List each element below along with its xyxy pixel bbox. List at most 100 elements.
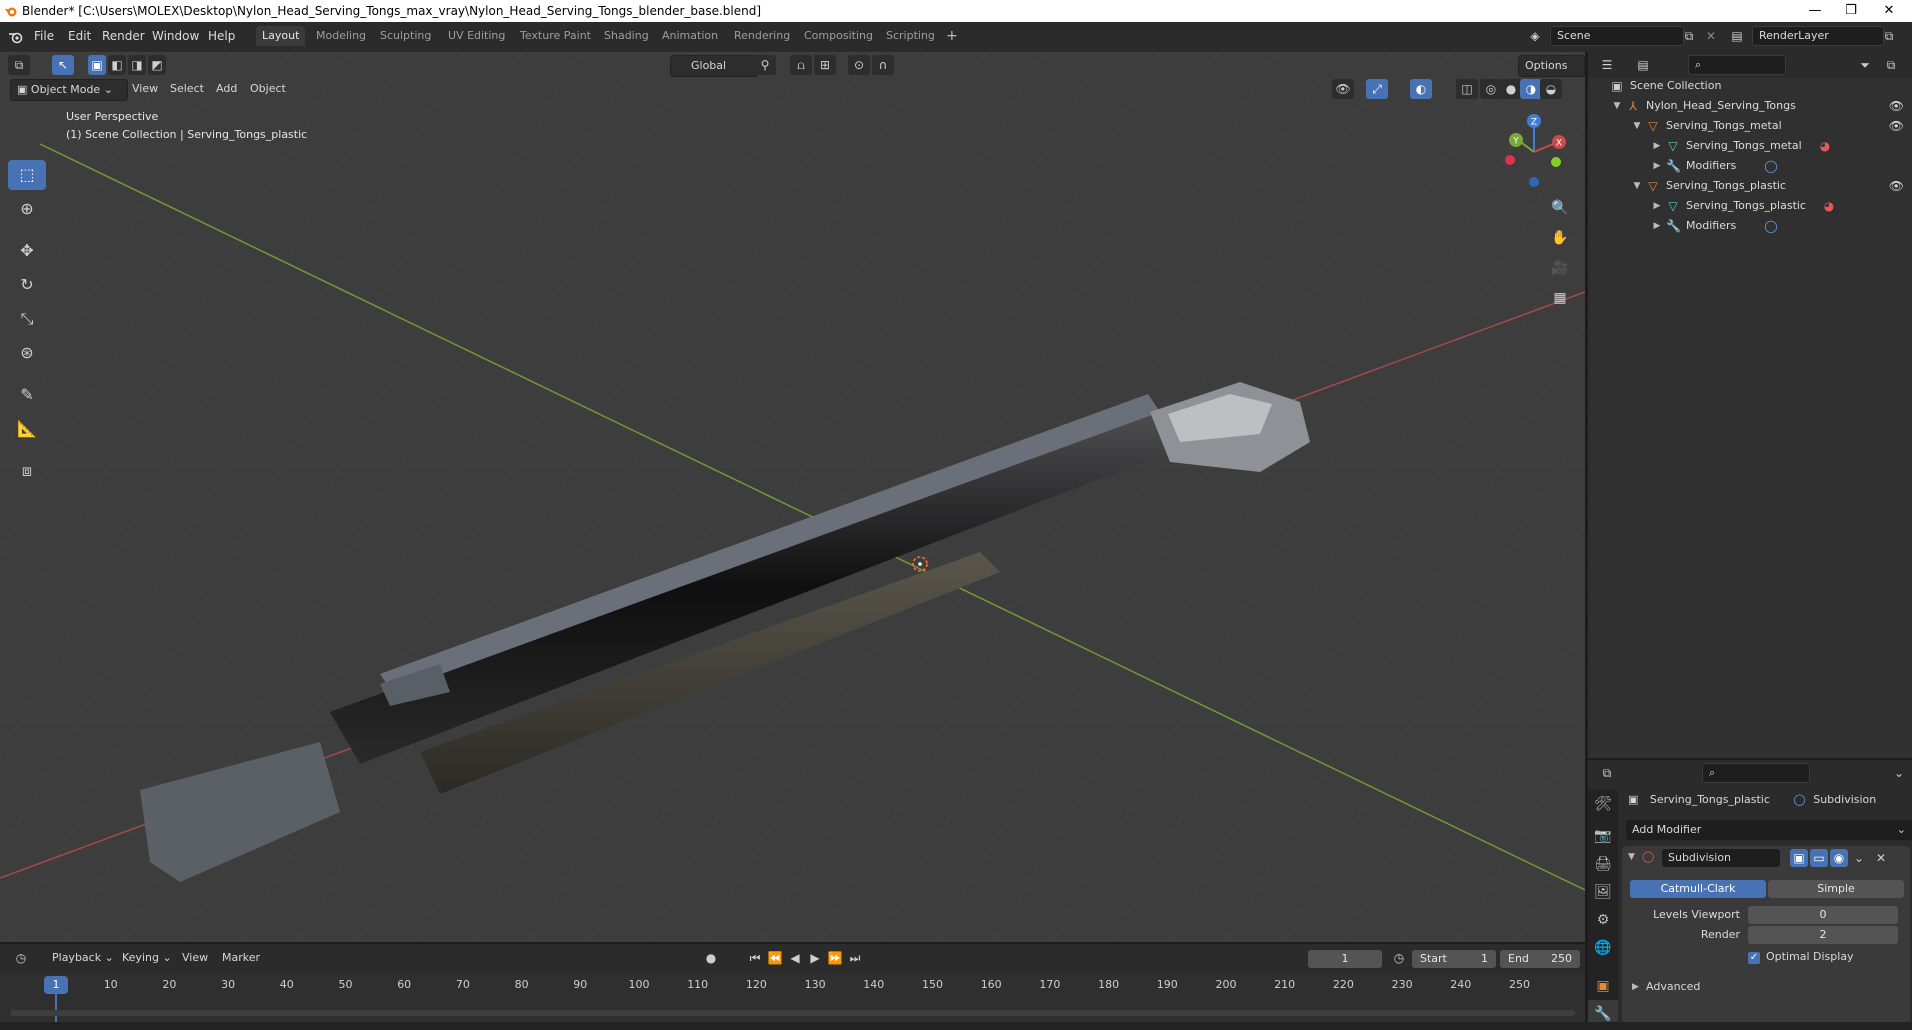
scale-tool-icon[interactable]: ⤡ xyxy=(8,304,46,334)
tab-rendering[interactable]: Rendering xyxy=(728,26,796,46)
annotate-tool-icon[interactable]: ✎ xyxy=(8,380,46,410)
outliner-row-tongs-metal[interactable]: ▼ ▽ Serving_Tongs_metal 👁 xyxy=(1588,116,1912,136)
keying-menu[interactable]: Keying ⌄ xyxy=(116,948,178,968)
new-scene-icon[interactable]: ⧉ xyxy=(1678,26,1700,46)
view-layer-tab-icon[interactable]: 🖼 xyxy=(1588,878,1618,906)
add-workspace-icon[interactable]: + xyxy=(940,26,964,46)
render-toggle-icon[interactable]: ◉ xyxy=(1830,849,1848,867)
ortho-grid-icon[interactable]: ▦ xyxy=(1548,286,1572,310)
shading-material-icon[interactable]: ◑ xyxy=(1520,79,1542,99)
marker-menu[interactable]: Marker xyxy=(216,948,266,968)
menu-window[interactable]: Window xyxy=(152,29,199,43)
tool-tab-icon[interactable]: 🛠 xyxy=(1588,790,1618,818)
falloff-icon[interactable]: ∩ xyxy=(872,55,894,75)
properties-editor-type-icon[interactable]: ⧉ xyxy=(1596,763,1618,783)
close-window-button[interactable]: ✕ xyxy=(1874,2,1904,20)
remove-modifier-icon[interactable]: ✕ xyxy=(1872,849,1890,867)
expand-triangle-icon[interactable]: ▼ xyxy=(1612,96,1622,116)
shading-rendered-icon[interactable]: ◒ xyxy=(1540,79,1562,99)
rotate-tool-icon[interactable]: ↻ xyxy=(8,270,46,300)
zoom-icon[interactable]: 🔍 xyxy=(1548,196,1572,220)
camera-view-icon[interactable]: 🎥 xyxy=(1548,256,1572,280)
transform-tool-icon[interactable]: ⊛ xyxy=(8,338,46,368)
measure-tool-icon[interactable]: 📐 xyxy=(8,414,46,444)
simple-tab[interactable]: Simple xyxy=(1768,880,1904,898)
tab-texture-paint[interactable]: Texture Paint xyxy=(514,26,597,46)
editor-type-icon[interactable]: ⧉ xyxy=(8,55,30,75)
modifier-options-icon[interactable]: ⌄ xyxy=(1850,849,1868,867)
advanced-section-label[interactable]: Advanced xyxy=(1646,980,1700,993)
jump-end-icon[interactable]: ⏭ xyxy=(844,948,866,968)
restore-button[interactable]: ❐ xyxy=(1836,2,1866,20)
menu-object[interactable]: Object xyxy=(244,79,292,99)
menu-edit[interactable]: Edit xyxy=(68,29,91,43)
tab-animation[interactable]: Animation xyxy=(656,26,724,46)
outliner-row-tongs-metal-mesh[interactable]: ▶ ▽ Serving_Tongs_metal ◕ xyxy=(1588,136,1912,156)
render-layer-field[interactable]: RenderLayer xyxy=(1752,26,1884,46)
shading-solid-icon[interactable]: ● xyxy=(1500,79,1522,99)
visibility-icon[interactable]: 👁 xyxy=(1332,79,1354,99)
output-tab-icon[interactable]: 🖨 xyxy=(1588,850,1618,878)
world-tab-icon[interactable]: 🌐 xyxy=(1588,934,1618,962)
visibility-eye-icon[interactable]: 👁 xyxy=(1889,116,1904,136)
menu-add[interactable]: Add xyxy=(210,79,243,99)
xray-toggle-icon[interactable]: ◫ xyxy=(1456,79,1478,99)
outliner-editor-type-icon[interactable]: ☰ xyxy=(1596,55,1618,75)
cursor-tool-icon[interactable]: ⊕ xyxy=(8,194,46,224)
add-cube-tool-icon[interactable]: ⧈ xyxy=(8,456,46,486)
snap-icon[interactable]: ⩍ xyxy=(790,55,812,75)
tab-layout[interactable]: Layout xyxy=(256,26,306,46)
render-levels-field[interactable]: 2 xyxy=(1748,926,1898,944)
scene-name-field[interactable]: Scene xyxy=(1550,26,1684,46)
menu-render[interactable]: Render xyxy=(102,29,145,43)
end-frame-field[interactable]: End 250 xyxy=(1500,950,1580,968)
levels-viewport-field[interactable]: 0 xyxy=(1748,906,1898,924)
select-mode-intersect-icon[interactable]: ◩ xyxy=(148,55,166,75)
minimize-button[interactable]: — xyxy=(1800,2,1830,20)
visibility-eye-icon[interactable]: 👁 xyxy=(1889,176,1904,196)
menu-view[interactable]: View xyxy=(126,79,164,99)
blender-menu-icon[interactable] xyxy=(8,30,24,44)
expand-triangle-icon[interactable]: ▶ xyxy=(1652,216,1662,236)
expand-triangle-icon[interactable]: ▶ xyxy=(1632,982,1639,992)
record-icon[interactable]: ● xyxy=(700,948,722,968)
play-icon[interactable]: ▶ xyxy=(804,948,826,968)
expand-triangle-icon[interactable]: ▶ xyxy=(1652,136,1662,156)
play-reverse-icon[interactable]: ◀ xyxy=(784,948,806,968)
tab-compositing[interactable]: Compositing xyxy=(798,26,879,46)
scene-selector-icon[interactable]: ◈ xyxy=(1524,26,1546,46)
outliner-row-metal-modifiers[interactable]: ▶ 🔧 Modifiers ◯ xyxy=(1588,156,1912,176)
options-dropdown[interactable]: Options ⌄ xyxy=(1518,55,1585,92)
scene-tab-icon[interactable]: ⚙ xyxy=(1588,906,1618,934)
outliner-search-input[interactable]: ⌕ xyxy=(1688,55,1786,75)
start-frame-field[interactable]: Start 1 xyxy=(1412,950,1496,968)
select-box-tool-icon[interactable]: ⬚ xyxy=(8,160,46,190)
render-tab-icon[interactable]: 📷 xyxy=(1588,822,1618,850)
menu-file[interactable]: File xyxy=(34,29,54,43)
view-layer-icon[interactable]: ▤ xyxy=(1726,26,1748,46)
timeline-view-menu[interactable]: View xyxy=(176,948,214,968)
transform-orientation-dropdown[interactable]: Global xyxy=(670,55,758,77)
display-mode-icon[interactable]: ▤ xyxy=(1632,55,1654,75)
preview-range-icon[interactable]: ◷ xyxy=(1388,948,1410,968)
edit-mode-toggle-icon[interactable]: ▣ xyxy=(1790,849,1808,867)
shading-wireframe-icon[interactable]: ◎ xyxy=(1480,79,1502,99)
tab-shading[interactable]: Shading xyxy=(598,26,655,46)
outliner-row-plastic-modifiers[interactable]: ▶ 🔧 Modifiers ◯ xyxy=(1588,216,1912,236)
outliner-row-tongs-plastic[interactable]: ▼ ▽ Serving_Tongs_plastic 👁 xyxy=(1588,176,1912,196)
menu-help[interactable]: Help xyxy=(208,29,235,43)
select-mode-new-icon[interactable]: ▣ xyxy=(88,55,106,75)
expand-triangle-icon[interactable]: ▼ xyxy=(1632,116,1642,136)
snap-target-icon[interactable]: ⊞ xyxy=(814,55,836,75)
outliner-row-tongs-plastic-mesh[interactable]: ▶ ▽ Serving_Tongs_plastic ◕ xyxy=(1588,196,1912,216)
timeline-scrollbar[interactable] xyxy=(10,1010,1575,1016)
select-tool-icon[interactable]: ↖ xyxy=(52,55,74,75)
viewport-toggle-icon[interactable]: ▭ xyxy=(1810,849,1828,867)
tab-sculpting[interactable]: Sculpting xyxy=(374,26,437,46)
catmull-clark-tab[interactable]: Catmull-Clark xyxy=(1630,880,1766,898)
outliner-row-scene-collection[interactable]: ▣ Scene Collection xyxy=(1588,76,1912,96)
current-frame-field[interactable]: 1 xyxy=(1308,950,1382,968)
delete-scene-icon[interactable]: ✕ xyxy=(1700,26,1722,46)
select-mode-extend-icon[interactable]: ◧ xyxy=(108,55,126,75)
mode-dropdown[interactable]: ▣ Object Mode ⌄ xyxy=(10,79,128,101)
